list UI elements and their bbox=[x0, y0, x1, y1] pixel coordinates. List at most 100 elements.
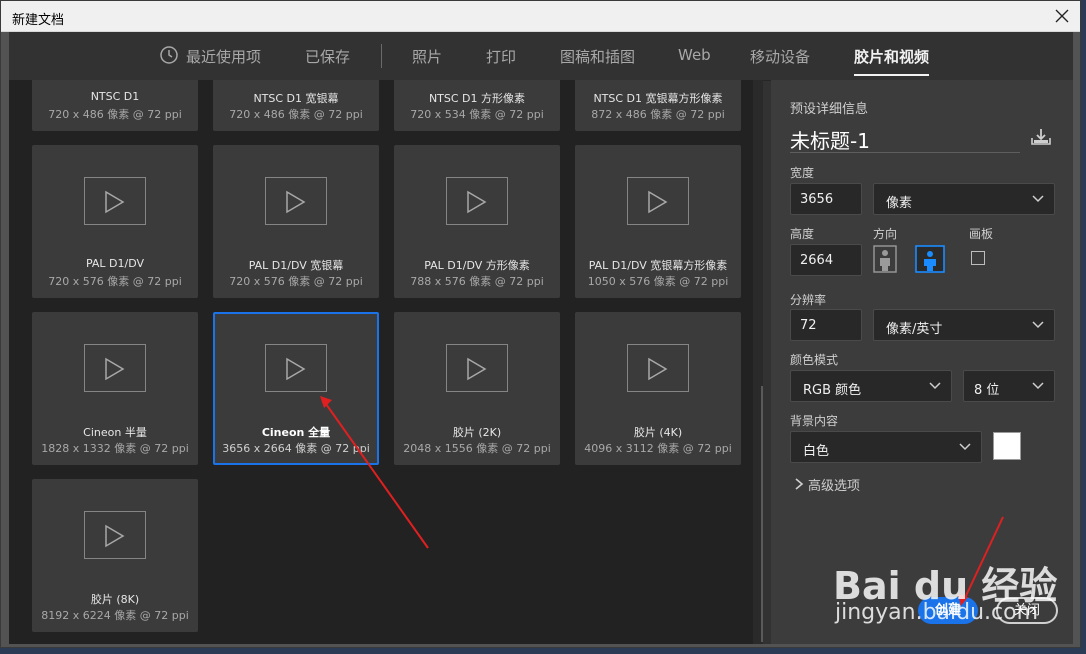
preset-name: PAL D1/DV bbox=[85, 257, 145, 270]
preset-card[interactable]: NTSC D1 宽银幕 720 x 486 像素 @ 72 ppi bbox=[213, 80, 379, 131]
new-document-dialog: 新建文档 最近使用项 已保存 照片 打印 图稿和插图 Web 移动设备 胶片和视… bbox=[0, 0, 1081, 648]
background-select[interactable]: 白色 bbox=[790, 431, 982, 463]
preset-name: PAL D1/DV 宽银幕方形像素 bbox=[588, 259, 728, 272]
resolution-unit-value: 像素/英寸 bbox=[886, 322, 943, 337]
width-input[interactable]: 3656 bbox=[790, 183, 862, 215]
background-label: 背景内容 bbox=[790, 414, 839, 428]
orientation-label: 方向 bbox=[873, 227, 898, 241]
advanced-options-toggle[interactable]: 高级选项 bbox=[808, 475, 860, 494]
play-icon bbox=[286, 357, 306, 381]
play-icon bbox=[105, 190, 125, 214]
preset-size: 720 x 576 像素 @ 72 ppi bbox=[229, 275, 363, 288]
preset-grid: NTSC D1 720 x 486 像素 @ 72 ppi NTSC D1 宽银… bbox=[9, 80, 763, 644]
preset-card-selected[interactable]: Cineon 全量 3656 x 2664 像素 @ 72 ppi bbox=[213, 312, 379, 465]
color-mode-select[interactable]: RGB 颜色 bbox=[790, 370, 952, 402]
preset-card[interactable]: Cineon 半量 1828 x 1332 像素 @ 72 ppi bbox=[32, 312, 198, 465]
resolution-unit-select[interactable]: 像素/英寸 bbox=[873, 309, 1055, 341]
preset-name: NTSC D1 宽银幕方形像素 bbox=[593, 92, 723, 105]
preset-card[interactable]: PAL D1/DV 宽银幕方形像素 1050 x 576 像素 @ 72 ppi bbox=[575, 145, 741, 298]
preset-size: 720 x 486 像素 @ 72 ppi bbox=[229, 108, 363, 121]
video-thumbnail bbox=[446, 177, 508, 225]
close-icon[interactable] bbox=[1052, 6, 1072, 26]
preset-size: 720 x 486 像素 @ 72 ppi bbox=[48, 108, 182, 121]
save-preset-icon[interactable] bbox=[1030, 128, 1052, 146]
chevron-right-icon[interactable] bbox=[794, 478, 804, 490]
preset-name: NTSC D1 宽银幕 bbox=[253, 92, 339, 105]
landscape-orientation-icon[interactable] bbox=[915, 245, 945, 273]
artboard-checkbox[interactable] bbox=[971, 251, 985, 265]
active-tab-indicator bbox=[854, 74, 929, 76]
tab-print[interactable]: 打印 bbox=[486, 46, 516, 67]
width-value: 3656 bbox=[800, 192, 834, 207]
preset-size: 1050 x 576 像素 @ 72 ppi bbox=[587, 275, 729, 288]
preset-name: 胶片 (4K) bbox=[633, 426, 683, 439]
chevron-down-icon bbox=[1032, 195, 1044, 203]
scrollbar-thumb[interactable] bbox=[761, 386, 763, 642]
preset-card[interactable]: 胶片 (8K) 8192 x 6224 像素 @ 72 ppi bbox=[32, 479, 198, 632]
chevron-down-icon bbox=[929, 382, 941, 390]
color-mode-label: 颜色模式 bbox=[790, 353, 839, 367]
resolution-input[interactable]: 72 bbox=[790, 309, 862, 341]
document-name-underline bbox=[790, 152, 1020, 153]
preset-size: 720 x 576 像素 @ 72 ppi bbox=[48, 275, 182, 288]
preset-card[interactable]: 胶片 (4K) 4096 x 3112 像素 @ 72 ppi bbox=[575, 312, 741, 465]
play-icon bbox=[105, 524, 125, 548]
preset-name: PAL D1/DV 方形像素 bbox=[424, 259, 530, 272]
portrait-orientation-icon[interactable] bbox=[873, 245, 897, 273]
preset-card[interactable]: PAL D1/DV 方形像素 788 x 576 像素 @ 72 ppi bbox=[394, 145, 560, 298]
play-icon bbox=[286, 190, 306, 214]
video-thumbnail bbox=[446, 344, 508, 392]
preset-card[interactable]: PAL D1/DV 720 x 576 像素 @ 72 ppi bbox=[32, 145, 198, 298]
tab-divider bbox=[381, 44, 382, 68]
height-value: 2664 bbox=[800, 253, 834, 268]
tab-recent[interactable]: 最近使用项 bbox=[186, 46, 261, 67]
preset-name: NTSC D1 bbox=[90, 90, 140, 103]
width-label: 宽度 bbox=[790, 166, 815, 180]
background-color-swatch[interactable] bbox=[993, 432, 1021, 460]
document-name-input[interactable]: 未标题-1 bbox=[790, 125, 870, 154]
video-thumbnail bbox=[627, 177, 689, 225]
play-icon bbox=[467, 190, 487, 214]
tab-film-video[interactable]: 胶片和视频 bbox=[854, 46, 929, 67]
preset-size: 2048 x 1556 像素 @ 72 ppi bbox=[403, 442, 551, 455]
preset-card[interactable]: NTSC D1 宽银幕方形像素 872 x 486 像素 @ 72 ppi bbox=[575, 80, 741, 131]
preset-size: 3656 x 2664 像素 @ 72 ppi bbox=[222, 442, 370, 455]
preset-name: Cineon 半量 bbox=[83, 426, 147, 439]
tab-mobile[interactable]: 移动设备 bbox=[750, 46, 810, 67]
bit-depth-value: 8 位 bbox=[974, 383, 1000, 398]
chevron-down-icon bbox=[1032, 382, 1044, 390]
preset-name: Cineon 全量 bbox=[261, 426, 331, 439]
preset-name: NTSC D1 方形像素 bbox=[428, 92, 526, 105]
background-value: 白色 bbox=[803, 444, 830, 459]
preset-size: 872 x 486 像素 @ 72 ppi bbox=[591, 108, 725, 121]
preset-name: 胶片 (8K) bbox=[90, 593, 140, 606]
width-unit-value: 像素 bbox=[886, 196, 913, 211]
preset-card[interactable]: NTSC D1 方形像素 720 x 534 像素 @ 72 ppi bbox=[394, 80, 560, 131]
title-bar: 新建文档 bbox=[1, 1, 1080, 32]
height-label: 高度 bbox=[790, 227, 815, 241]
preset-card[interactable]: 胶片 (2K) 2048 x 1556 像素 @ 72 ppi bbox=[394, 312, 560, 465]
video-thumbnail bbox=[84, 344, 146, 392]
tab-art-illustration[interactable]: 图稿和插图 bbox=[560, 46, 635, 67]
video-thumbnail bbox=[265, 177, 327, 225]
clock-icon bbox=[160, 46, 178, 64]
height-input[interactable]: 2664 bbox=[790, 244, 862, 276]
tab-photo[interactable]: 照片 bbox=[412, 46, 442, 67]
video-thumbnail bbox=[84, 177, 146, 225]
category-tabs: 最近使用项 已保存 照片 打印 图稿和插图 Web 移动设备 胶片和视频 bbox=[9, 32, 1073, 81]
details-heading: 预设详细信息 bbox=[790, 102, 869, 117]
video-thumbnail bbox=[627, 344, 689, 392]
preset-card[interactable]: PAL D1/DV 宽银幕 720 x 576 像素 @ 72 ppi bbox=[213, 145, 379, 298]
preset-card[interactable]: NTSC D1 720 x 486 像素 @ 72 ppi bbox=[32, 80, 198, 131]
dialog-body: 最近使用项 已保存 照片 打印 图稿和插图 Web 移动设备 胶片和视频 NTS… bbox=[9, 32, 1073, 644]
preset-size: 720 x 534 像素 @ 72 ppi bbox=[410, 108, 544, 121]
play-icon bbox=[105, 357, 125, 381]
tab-saved[interactable]: 已保存 bbox=[305, 46, 350, 67]
preset-name: PAL D1/DV 宽银幕 bbox=[248, 259, 344, 272]
width-unit-select[interactable]: 像素 bbox=[873, 183, 1055, 215]
bit-depth-select[interactable]: 8 位 bbox=[963, 370, 1055, 402]
preset-size: 1828 x 1332 像素 @ 72 ppi bbox=[41, 442, 189, 455]
preset-size: 788 x 576 像素 @ 72 ppi bbox=[410, 275, 544, 288]
tab-web[interactable]: Web bbox=[678, 46, 711, 64]
resolution-label: 分辨率 bbox=[790, 293, 827, 307]
